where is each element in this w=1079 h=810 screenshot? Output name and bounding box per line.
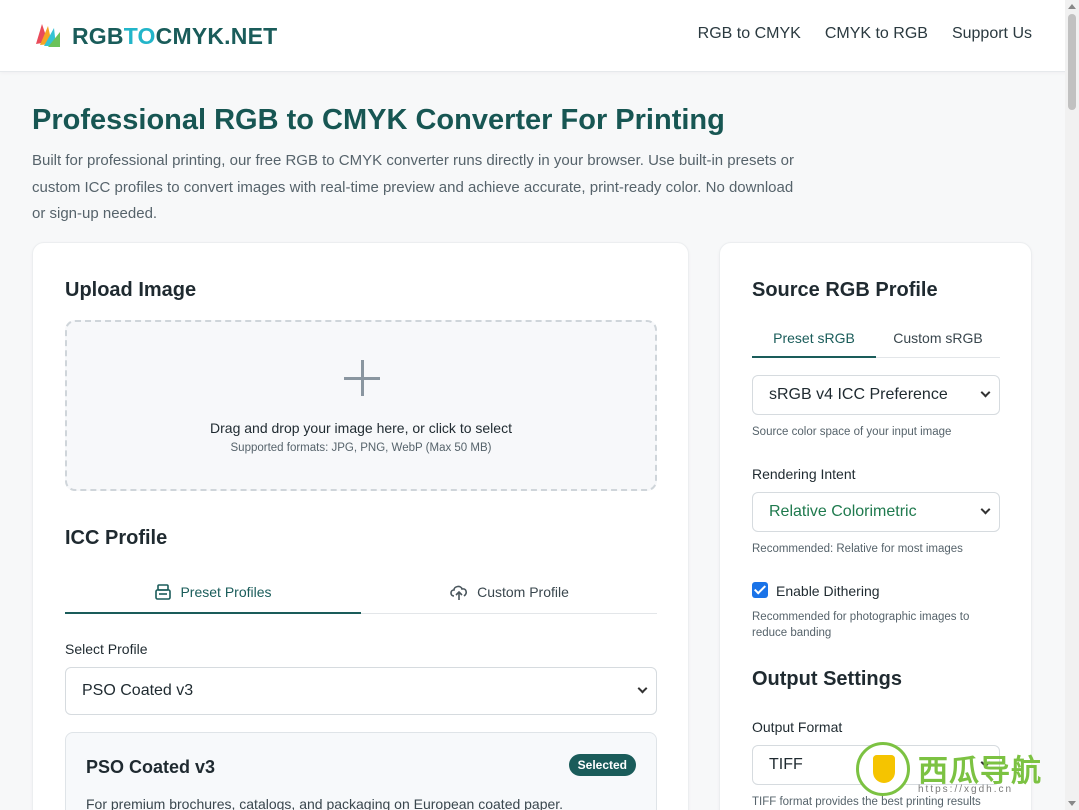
chevron-down-icon [637,683,648,694]
chevron-down-icon [980,504,991,515]
printer-icon [155,583,172,600]
logo-text-rgb: RGB [72,22,124,49]
dithering-label[interactable]: Enable Dithering [776,583,880,599]
icc-profile-heading: ICC Profile [65,527,168,549]
select-profile-label: Select Profile [65,641,148,657]
rendering-intent-select[interactable]: Relative Colorimetric [752,492,1000,532]
tab-preset-profiles[interactable]: Preset Profiles [65,570,361,614]
tab-custom-profile-label: Custom Profile [477,583,569,600]
logo[interactable]: RGBTOCMYK.NET [32,20,277,52]
scroll-thumb[interactable] [1068,14,1076,110]
tab-preset-profiles-label: Preset Profiles [180,583,272,600]
logo-text: RGBTOCMYK.NET [72,23,277,50]
plus-icon [344,360,380,396]
scroll-up-arrow-icon[interactable] [1068,4,1076,9]
chevron-down-icon [980,387,991,398]
profile-select[interactable]: PSO Coated v3 [65,667,657,715]
dithering-checkbox[interactable] [752,582,768,598]
main-nav: RGB to CMYK CMYK to RGB Support Us [698,25,1032,43]
selected-profile-description: For premium brochures, catalogs, and pac… [86,796,564,810]
site-header: RGBTOCMYK.NET RGB to CMYK CMYK to RGB Su… [0,0,1079,72]
cloud-upload-icon [450,585,468,600]
watermark-url: https://xgdh.cn [918,784,1014,795]
nav-rgb-to-cmyk[interactable]: RGB to CMYK [698,25,801,43]
logo-text-cmyk: CMYK.NET [155,22,278,49]
tab-preset-srgb[interactable]: Preset sRGB [752,319,876,358]
icc-profile-tabs: Preset Profiles Custom Profile [65,570,657,614]
upload-heading: Upload Image [65,279,197,301]
watermark-logo-icon [856,742,910,796]
source-profile-value: sRGB v4 ICC Preference [769,386,948,403]
output-format-value: TIFF [769,756,803,773]
scroll-down-arrow-icon[interactable] [1068,801,1076,806]
dropzone-formats: Supported formats: JPG, PNG, WebP (Max 5… [230,442,492,454]
image-dropzone[interactable]: Drag and drop your image here, or click … [65,320,657,491]
dropzone-text: Drag and drop your image here, or click … [210,420,512,436]
palette-logo-icon [36,24,60,47]
tab-custom-profile[interactable]: Custom Profile [361,570,657,613]
source-rgb-heading: Source RGB Profile [752,279,938,301]
selected-badge: Selected [568,754,636,776]
source-rgb-tabs: Preset sRGB Custom sRGB [752,319,1000,358]
nav-support-us[interactable]: Support Us [952,25,1032,43]
watermark: 西瓜导航 https://xgdh.cn [856,740,1056,810]
source-profile-select[interactable]: sRGB v4 ICC Preference [752,375,1000,415]
rendering-intent-helper: Recommended: Relative for most images [752,543,963,555]
nav-cmyk-to-rgb[interactable]: CMYK to RGB [825,25,928,43]
dithering-helper: Recommended for photographic images to r… [752,611,970,639]
output-format-label: Output Format [752,719,843,735]
selected-profile-title: PSO Coated v3 [86,757,216,777]
rendering-intent-label: Rendering Intent [752,466,856,482]
logo-text-to: TO [123,22,156,49]
tab-custom-srgb[interactable]: Custom sRGB [876,319,1000,357]
upload-card: Upload Image Drag and drop your image he… [32,242,689,810]
page-scrollbar[interactable] [1065,0,1079,810]
output-settings-heading: Output Settings [752,668,902,690]
profile-select-value: PSO Coated v3 [82,682,194,699]
selected-profile-card[interactable]: PSO Coated v3 Selected For premium broch… [65,732,657,810]
settings-card: Source RGB Profile Preset sRGB Custom sR… [719,242,1032,810]
page-description: Built for professional printing, our fre… [32,152,794,222]
rendering-intent-value: Relative Colorimetric [769,503,917,520]
page-title: Professional RGB to CMYK Converter For P… [32,104,725,136]
source-profile-helper: Source color space of your input image [752,426,952,438]
